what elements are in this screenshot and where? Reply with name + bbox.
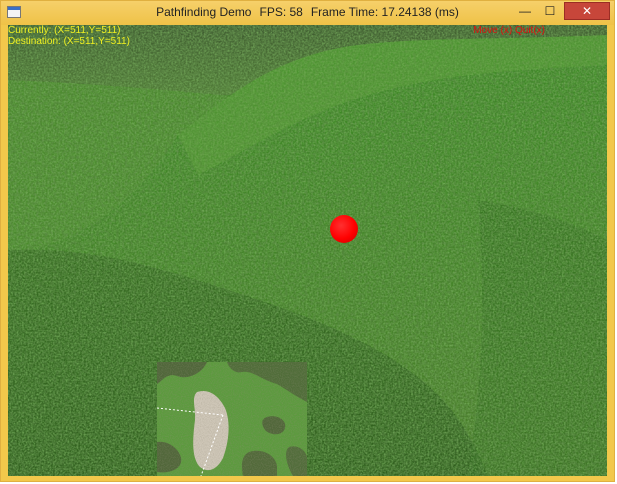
destination-position: Destination: (X=511,Y=511): [8, 36, 130, 47]
title-label: Pathfinding Demo: [156, 5, 252, 19]
player-marker[interactable]: [330, 215, 358, 243]
position-readout: Currently: (X=511,Y=511) Destination: (X…: [8, 25, 130, 47]
game-viewport[interactable]: Currently: (X=511,Y=511) Destination: (X…: [8, 25, 607, 476]
maximize-icon: ☐: [544, 4, 556, 18]
terrain-view: [8, 25, 607, 476]
current-position: Currently: (X=511,Y=511): [8, 25, 121, 36]
game-window: Pathfinding Demo FPS: 58 Frame Time: 17.24…: [0, 0, 615, 482]
close-button[interactable]: ✕: [564, 2, 610, 20]
minimize-icon: —: [519, 4, 531, 18]
title-bar[interactable]: Pathfinding Demo FPS: 58 Frame Time: 17.24…: [1, 1, 614, 25]
minimap-view: [157, 362, 307, 476]
minimize-button[interactable]: —: [513, 2, 537, 20]
frame-time-label: Frame Time: 17.24138 (ms): [310, 5, 459, 19]
minimap[interactable]: [157, 362, 307, 476]
maximize-button[interactable]: ☐: [538, 2, 562, 20]
fps-label: FPS: 58: [259, 5, 303, 19]
status-readout: Move (x) Quit(x): [473, 25, 545, 36]
close-icon: ✕: [581, 4, 593, 18]
status-text: Move (x) Quit(x): [473, 25, 545, 36]
